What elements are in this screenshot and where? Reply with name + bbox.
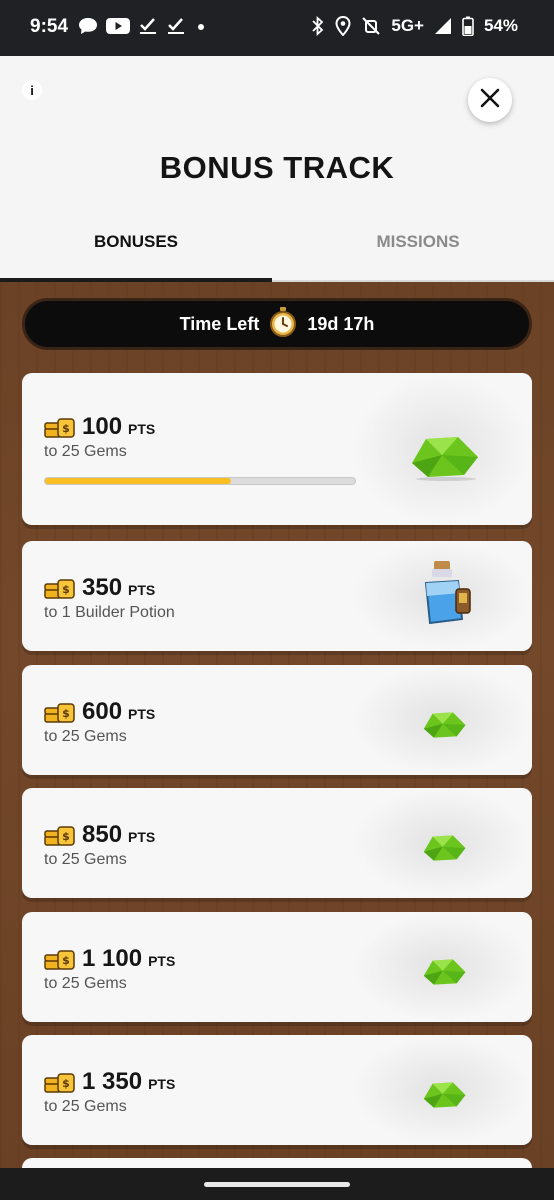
reward-text: to 25 Gems: [44, 851, 127, 868]
gem-icon: [420, 956, 468, 993]
coin-stack-icon: $: [44, 701, 76, 723]
svg-text:$: $: [62, 422, 70, 435]
points-value: 1 350: [82, 1068, 143, 1095]
points-value: 100: [82, 413, 123, 440]
points-unit: PTS: [148, 1076, 176, 1092]
reward-text: to 25 Gems: [44, 443, 127, 460]
coin-stack-icon: $: [44, 1071, 76, 1093]
tab-missions[interactable]: MISSIONS: [282, 232, 554, 252]
time-left-banner: Time Left 19d 17h: [22, 298, 532, 350]
potion-icon: [418, 559, 478, 636]
page-title: BONUS TRACK: [159, 150, 395, 185]
info-icon: i: [30, 82, 34, 98]
reward-text: to 25 Gems: [44, 728, 127, 745]
navigation-bar: [0, 1168, 554, 1200]
gem-icon: [406, 433, 482, 486]
time-left-value: 19d 17h: [307, 313, 375, 334]
points-unit: PTS: [128, 582, 156, 598]
reward-text: to 25 Gems: [44, 975, 127, 992]
bonus-card[interactable]: $ 100 PTS to 25 Gems: [22, 373, 532, 525]
points-value: 350: [82, 574, 123, 601]
stopwatch-icon: [269, 306, 297, 342]
info-button[interactable]: i: [22, 80, 42, 100]
bonus-card[interactable]: $ 1 350 PTS to 25 Gems: [22, 1035, 532, 1145]
gem-icon: [420, 832, 468, 869]
points-unit: PTS: [128, 706, 156, 722]
points-row: $ 1 100 PTS: [44, 945, 175, 973]
notification-icons: [78, 17, 208, 35]
check-icon: [138, 17, 158, 35]
gem-icon: [420, 709, 468, 746]
points-unit: PTS: [128, 829, 156, 845]
time-left-label: Time Left: [179, 313, 260, 334]
battery-icon: [462, 16, 474, 36]
close-icon: [479, 87, 501, 114]
svg-text:$: $: [62, 707, 70, 720]
reward-text: to 25 Gems: [44, 1098, 127, 1115]
points-row: $ 600 PTS: [44, 698, 155, 726]
close-button[interactable]: [468, 78, 512, 122]
svg-text:$: $: [62, 1077, 70, 1090]
points-value: 1 100: [82, 945, 143, 972]
bonus-card[interactable]: $ 1 100 PTS to 25 Gems: [22, 912, 532, 1022]
check-icon: [166, 17, 186, 35]
progress-bar: [44, 477, 356, 485]
home-gesture-handle[interactable]: [204, 1182, 350, 1187]
points-unit: PTS: [148, 953, 176, 969]
bluetooth-icon: [311, 16, 325, 36]
coin-stack-icon: $: [44, 824, 76, 846]
points-row: $ 850 PTS: [44, 821, 155, 849]
tab-bonuses[interactable]: BONUSES: [0, 232, 272, 252]
coin-stack-icon: $: [44, 577, 76, 599]
bonus-card-partial[interactable]: [22, 1158, 532, 1168]
points-row: $ 1 350 PTS: [44, 1068, 175, 1096]
points-row: $ 100 PTS: [44, 413, 155, 441]
dot-icon: [194, 17, 208, 35]
system-icons: 5G+ 54%: [311, 16, 518, 36]
battery-percent: 54%: [483, 16, 518, 35]
bonus-card[interactable]: $ 600 PTS to 25 Gems: [22, 665, 532, 775]
messages-icon: [78, 17, 98, 35]
progress-fill: [45, 478, 231, 484]
gem-icon: [420, 1079, 468, 1116]
points-row: $ 350 PTS: [44, 574, 155, 602]
svg-text:$: $: [62, 954, 70, 967]
bonus-card[interactable]: $ 850 PTS to 25 Gems: [22, 788, 532, 898]
status-bar: 9:54 5G+ 54%: [0, 0, 554, 56]
reward-text: to 1 Builder Potion: [44, 604, 175, 621]
mute-icon: [361, 16, 381, 36]
header: i BONUS TRACK BONUSES MISSIONS: [0, 56, 554, 282]
signal-icon: [434, 17, 452, 35]
coin-stack-icon: $: [44, 416, 76, 438]
status-time: 9:54: [30, 16, 69, 37]
bonus-card[interactable]: $ 350 PTS to 1 Builder Potion: [22, 541, 532, 651]
coin-stack-icon: $: [44, 948, 76, 970]
points-value: 850: [82, 821, 123, 848]
location-icon: [335, 16, 351, 36]
points-unit: PTS: [128, 421, 156, 437]
youtube-icon: [106, 17, 130, 35]
network-label: 5G+: [391, 16, 424, 35]
points-value: 600: [82, 698, 123, 725]
svg-text:$: $: [62, 830, 70, 843]
svg-text:$: $: [62, 583, 70, 596]
